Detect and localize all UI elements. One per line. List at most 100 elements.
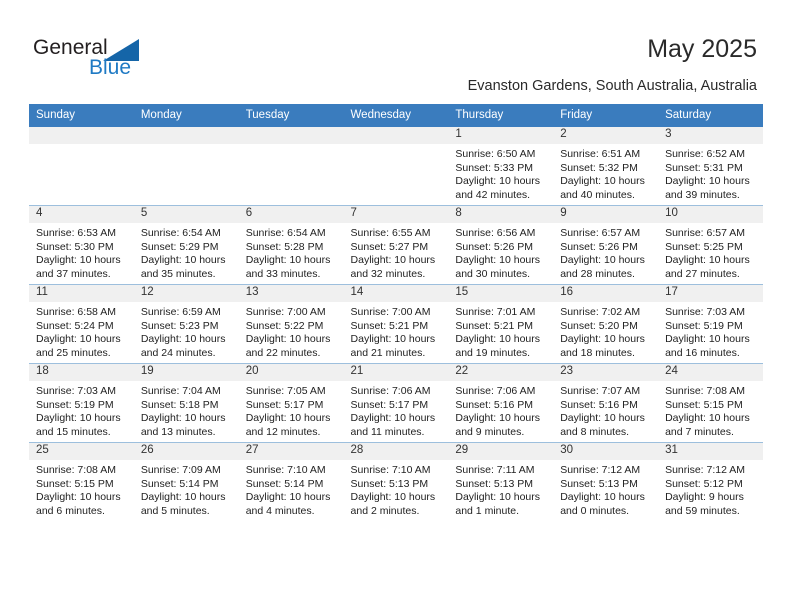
calendar-day-cell[interactable]: 6 Sunrise: 6:54 AM Sunset: 5:28 PM Daylight…	[238, 205, 344, 285]
day-cell-inner: 4 Sunrise: 6:53 AM Sunset: 5:30 PM Daylight…	[29, 206, 134, 284]
calendar-day-cell[interactable]: 4 Sunrise: 6:53 AM Sunset: 5:30 PM Daylight…	[29, 205, 134, 285]
daylight-text-line2: and 11 minutes.	[350, 425, 425, 438]
calendar-day-cell[interactable]: 30 Sunrise: 7:12 AM Sunset: 5:13 PM Dayligh…	[553, 442, 659, 521]
sunrise-text: Sunrise: 7:00 AM	[350, 306, 431, 318]
sunrise-text: Sunrise: 7:06 AM	[350, 385, 431, 397]
calendar-week-row: 1 Sunrise: 6:50 AM Sunset: 5:33 PM Daylight…	[29, 127, 763, 206]
calendar-day-cell[interactable]: 21 Sunrise: 7:06 AM Sunset: 5:17 PM Dayligh…	[343, 363, 449, 443]
calendar-day-cell[interactable]: 7 Sunrise: 6:55 AM Sunset: 5:27 PM Daylight…	[343, 205, 449, 285]
sunset-text: Sunset: 5:13 PM	[560, 477, 638, 490]
daylight-text-line2: and 28 minutes.	[560, 267, 635, 280]
day-number: 22	[448, 364, 554, 381]
daylight-text-line2: and 16 minutes.	[665, 346, 740, 359]
day-details: Sunrise: 6:59 AM Sunset: 5:23 PM Daylight:…	[134, 302, 239, 360]
calendar-week-row: 11 Sunrise: 6:58 AM Sunset: 5:24 PM Dayligh…	[29, 284, 763, 364]
calendar-day-cell[interactable]: 29 Sunrise: 7:11 AM Sunset: 5:13 PM Dayligh…	[448, 442, 554, 521]
calendar-day-cell[interactable]: 23 Sunrise: 7:07 AM Sunset: 5:16 PM Dayligh…	[553, 363, 659, 443]
calendar-body: 1 Sunrise: 6:50 AM Sunset: 5:33 PM Daylight…	[29, 127, 763, 521]
calendar-day-cell[interactable]: 11 Sunrise: 6:58 AM Sunset: 5:24 PM Dayligh…	[29, 284, 134, 364]
day-number: 28	[343, 443, 449, 460]
weekday-header-friday: Friday	[553, 104, 659, 127]
calendar-day-cell[interactable]: 9 Sunrise: 6:57 AM Sunset: 5:26 PM Daylight…	[553, 205, 659, 285]
daylight-text-line2: and 37 minutes.	[36, 267, 111, 280]
calendar-day-cell[interactable]: 12 Sunrise: 6:59 AM Sunset: 5:23 PM Dayligh…	[133, 284, 239, 364]
calendar-day-cell[interactable]: 31 Sunrise: 7:12 AM Sunset: 5:12 PM Dayligh…	[658, 442, 763, 521]
calendar-day-cell[interactable]: 16 Sunrise: 7:02 AM Sunset: 5:20 PM Dayligh…	[553, 284, 659, 364]
day-details: Sunrise: 7:01 AM Sunset: 5:21 PM Daylight:…	[448, 302, 553, 360]
logo-text-blue: Blue	[89, 56, 132, 79]
daylight-text-line2: and 25 minutes.	[36, 346, 111, 359]
day-cell-inner: 25 Sunrise: 7:08 AM Sunset: 5:15 PM Dayligh…	[29, 443, 134, 521]
day-details: Sunrise: 6:53 AM Sunset: 5:30 PM Daylight:…	[29, 223, 134, 281]
day-cell-inner: 23 Sunrise: 7:07 AM Sunset: 5:16 PM Dayligh…	[553, 364, 659, 442]
daylight-text-line2: and 19 minutes.	[455, 346, 531, 359]
calendar-week-row: 4 Sunrise: 6:53 AM Sunset: 5:30 PM Daylight…	[29, 205, 763, 285]
sunrise-text: Sunrise: 6:51 AM	[560, 148, 641, 160]
day-number: 19	[133, 364, 239, 381]
calendar-header-row: Sunday Monday Tuesday Wednesday Thursday…	[29, 104, 763, 127]
calendar-container: Sunday Monday Tuesday Wednesday Thursday…	[29, 104, 763, 521]
day-cell-inner: 24 Sunrise: 7:08 AM Sunset: 5:15 PM Dayligh…	[658, 364, 763, 442]
day-number: 4	[29, 206, 134, 223]
weekday-header-thursday: Thursday	[448, 104, 554, 127]
day-number: 27	[238, 443, 344, 460]
sunset-text: Sunset: 5:12 PM	[665, 477, 743, 490]
calendar-day-cell[interactable]: 13 Sunrise: 7:00 AM Sunset: 5:22 PM Dayligh…	[238, 284, 344, 364]
day-details: Sunrise: 7:12 AM Sunset: 5:12 PM Daylight:…	[658, 460, 763, 518]
calendar-day-cell[interactable]: 25 Sunrise: 7:08 AM Sunset: 5:15 PM Dayligh…	[29, 442, 134, 521]
sunset-text: Sunset: 5:13 PM	[455, 477, 534, 490]
daylight-text-line2: and 33 minutes.	[245, 267, 321, 280]
calendar-day-cell[interactable]: 3 Sunrise: 6:52 AM Sunset: 5:31 PM Daylight…	[658, 127, 763, 206]
daylight-text-line2: and 59 minutes.	[665, 504, 740, 517]
sunset-text: Sunset: 5:30 PM	[36, 240, 114, 253]
day-cell-inner: 2 Sunrise: 6:51 AM Sunset: 5:32 PM Daylight…	[553, 127, 659, 205]
sunrise-text: Sunrise: 7:10 AM	[350, 464, 431, 476]
sunrise-text: Sunrise: 7:05 AM	[245, 385, 326, 397]
generalblue-logo[interactable]: General Blue	[33, 36, 183, 88]
calendar-day-cell[interactable]: 20 Sunrise: 7:05 AM Sunset: 5:17 PM Dayligh…	[238, 363, 344, 443]
calendar-day-cell[interactable]: 5 Sunrise: 6:54 AM Sunset: 5:29 PM Daylight…	[133, 205, 239, 285]
day-details: Sunrise: 7:06 AM Sunset: 5:16 PM Daylight:…	[448, 381, 553, 439]
daylight-text-line1: Daylight: 10 hours	[665, 412, 750, 425]
daylight-text-line2: and 12 minutes.	[245, 425, 321, 438]
calendar-day-cell[interactable]: 15 Sunrise: 7:01 AM Sunset: 5:21 PM Dayligh…	[448, 284, 554, 364]
sunset-text: Sunset: 5:14 PM	[140, 477, 219, 490]
day-cell-inner: 3 Sunrise: 6:52 AM Sunset: 5:31 PM Daylight…	[658, 127, 763, 205]
calendar-day-cell[interactable]: 14 Sunrise: 7:00 AM Sunset: 5:21 PM Dayligh…	[343, 284, 449, 364]
calendar-day-cell[interactable]: 27 Sunrise: 7:10 AM Sunset: 5:14 PM Dayligh…	[238, 442, 344, 521]
day-number	[29, 127, 134, 144]
day-number: 9	[553, 206, 659, 223]
sunset-text: Sunset: 5:17 PM	[245, 398, 324, 411]
daylight-text-line1: Daylight: 10 hours	[560, 412, 645, 425]
day-details: Sunrise: 7:06 AM Sunset: 5:17 PM Daylight:…	[344, 381, 449, 439]
day-details: Sunrise: 6:50 AM Sunset: 5:33 PM Daylight:…	[448, 144, 553, 202]
daylight-text-line2: and 15 minutes.	[36, 425, 111, 438]
daylight-text-line1: Daylight: 10 hours	[140, 333, 226, 346]
day-details: Sunrise: 7:04 AM Sunset: 5:18 PM Daylight:…	[134, 381, 239, 439]
day-details: Sunrise: 7:10 AM Sunset: 5:13 PM Daylight:…	[344, 460, 449, 518]
day-number: 17	[658, 285, 763, 302]
day-details: Sunrise: 6:57 AM Sunset: 5:25 PM Daylight:…	[658, 223, 763, 281]
calendar-day-cell[interactable]: 1 Sunrise: 6:50 AM Sunset: 5:33 PM Daylight…	[448, 127, 554, 206]
day-details: Sunrise: 7:03 AM Sunset: 5:19 PM Daylight:…	[658, 302, 763, 360]
calendar-day-cell[interactable]: 18 Sunrise: 7:03 AM Sunset: 5:19 PM Dayligh…	[29, 363, 134, 443]
sunrise-text: Sunrise: 7:10 AM	[245, 464, 326, 476]
calendar-day-cell[interactable]: 22 Sunrise: 7:06 AM Sunset: 5:16 PM Dayligh…	[448, 363, 554, 443]
sunrise-text: Sunrise: 6:54 AM	[245, 227, 326, 239]
calendar-empty-cell	[133, 127, 239, 206]
calendar-day-cell[interactable]: 17 Sunrise: 7:03 AM Sunset: 5:19 PM Dayligh…	[658, 284, 763, 364]
sunrise-text: Sunrise: 7:06 AM	[455, 385, 536, 397]
calendar-day-cell[interactable]: 24 Sunrise: 7:08 AM Sunset: 5:15 PM Dayligh…	[658, 363, 763, 443]
calendar-day-cell[interactable]: 28 Sunrise: 7:10 AM Sunset: 5:13 PM Dayligh…	[343, 442, 449, 521]
day-number: 6	[238, 206, 344, 223]
calendar-day-cell[interactable]: 2 Sunrise: 6:51 AM Sunset: 5:32 PM Daylight…	[553, 127, 659, 206]
calendar-day-cell[interactable]: 19 Sunrise: 7:04 AM Sunset: 5:18 PM Dayligh…	[133, 363, 239, 443]
daylight-text-line2: and 40 minutes.	[560, 188, 635, 201]
daylight-text-line1: Daylight: 10 hours	[140, 491, 226, 504]
calendar-day-cell[interactable]: 10 Sunrise: 6:57 AM Sunset: 5:25 PM Dayligh…	[658, 205, 763, 285]
calendar-day-cell[interactable]: 26 Sunrise: 7:09 AM Sunset: 5:14 PM Dayligh…	[133, 442, 239, 521]
day-cell-inner: 21 Sunrise: 7:06 AM Sunset: 5:17 PM Dayligh…	[343, 364, 449, 442]
calendar-week-row: 25 Sunrise: 7:08 AM Sunset: 5:15 PM Dayligh…	[29, 442, 763, 521]
calendar-day-cell[interactable]: 8 Sunrise: 6:56 AM Sunset: 5:26 PM Daylight…	[448, 205, 554, 285]
day-cell-inner	[238, 127, 344, 205]
